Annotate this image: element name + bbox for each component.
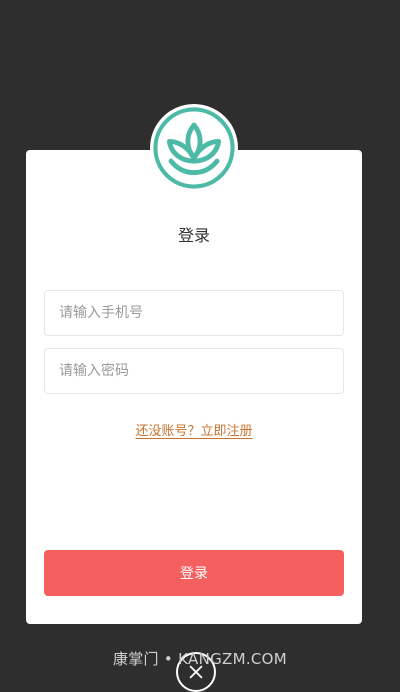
phone-field[interactable] [44,290,344,336]
register-link[interactable]: 还没账号？立即注册 [135,424,252,439]
password-field[interactable] [44,348,344,394]
login-modal: 登录 还没账号？立即注册 登录 [26,150,362,624]
watermark: 康掌门 • KANGZM.COM [112,650,288,668]
modal-title: 登录 [177,226,210,245]
login-button[interactable]: 登录 [44,550,344,596]
register-link-container: 还没账号？立即注册 [26,420,362,439]
lotus-logo-icon [150,104,238,192]
password-input[interactable] [45,349,343,393]
phone-input[interactable] [45,291,343,335]
